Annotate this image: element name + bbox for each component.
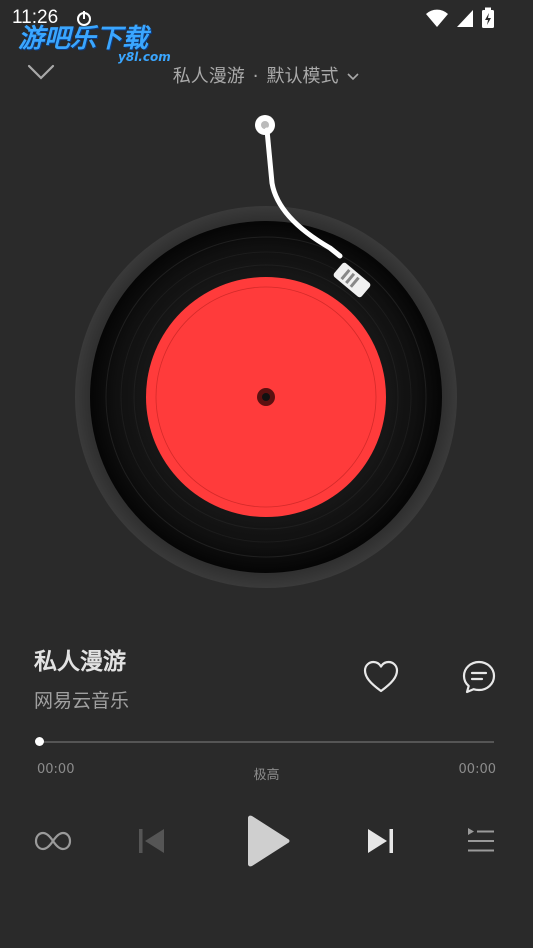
heart-icon[interactable] bbox=[362, 658, 400, 696]
header-separator: · bbox=[252, 66, 259, 87]
status-icons bbox=[425, 7, 495, 29]
tonearm-arm bbox=[264, 127, 343, 259]
battery-charging-icon bbox=[482, 7, 494, 28]
tonearm bbox=[255, 115, 371, 298]
total-time: 00:00 bbox=[458, 762, 496, 777]
mode-source-label: 私人漫游 bbox=[172, 66, 245, 87]
play-mode-selector[interactable]: 私人漫游 · 默认模式 bbox=[0, 62, 533, 88]
record-spindle-hole bbox=[262, 393, 270, 401]
progress-bar[interactable] bbox=[38, 741, 494, 743]
comment-icon[interactable] bbox=[460, 658, 498, 696]
next-icon[interactable] bbox=[364, 824, 396, 858]
loop-icon[interactable] bbox=[33, 826, 73, 856]
chevron-down-icon bbox=[347, 73, 359, 81]
play-icon[interactable] bbox=[240, 814, 292, 868]
previous-icon[interactable] bbox=[136, 824, 168, 858]
playlist-icon[interactable] bbox=[466, 826, 496, 856]
progress-knob[interactable] bbox=[35, 737, 44, 746]
quality-label[interactable]: 极高 bbox=[0, 764, 533, 783]
wifi-icon bbox=[426, 9, 448, 27]
tonearm-headshell bbox=[333, 262, 371, 298]
mode-label: 默认模式 bbox=[266, 66, 339, 87]
song-artist[interactable]: 网易云音乐 bbox=[34, 686, 129, 713]
song-title: 私人漫游 bbox=[34, 649, 126, 675]
cellular-signal-icon bbox=[457, 10, 473, 27]
